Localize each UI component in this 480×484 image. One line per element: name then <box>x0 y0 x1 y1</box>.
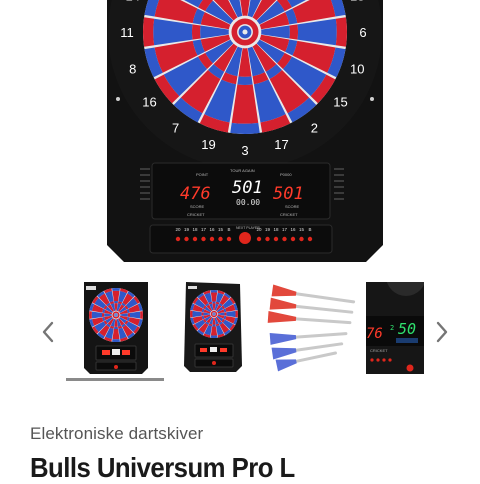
display-score-right: 501 <box>273 184 304 204</box>
cricket-number: 16 <box>209 227 215 232</box>
product-title: Bulls Universum Pro L <box>30 452 295 483</box>
board-number: 2 <box>311 120 318 135</box>
gallery-prev-button[interactable] <box>36 318 60 346</box>
cricket-number: 15 <box>218 227 224 232</box>
cricket-number: 19 <box>184 227 190 232</box>
display-top-label-left: POINT <box>196 172 209 177</box>
cricket-number: 18 <box>192 227 198 232</box>
cricket-number: 19 <box>265 227 271 232</box>
board-number: 10 <box>350 61 364 76</box>
board-number: 11 <box>120 25 134 40</box>
thumb-angled-image <box>184 282 242 372</box>
closeup-digit-small: 2 <box>390 324 394 332</box>
thumb-darts[interactable] <box>266 282 358 374</box>
cricket-numbers-right: 20 19 18 17 16 15 B <box>256 227 311 232</box>
board-number: 8 <box>129 61 136 76</box>
next-player-label: NEXT PLAYER <box>236 226 260 230</box>
main-product-image[interactable]: 2011841361015217319716811149125 POINT TO… <box>0 0 480 272</box>
display-score-center: 501 <box>232 178 263 198</box>
board-number: 14 <box>126 0 140 4</box>
closeup-cricket-label: CRICKET <box>370 348 388 353</box>
chevron-right-icon <box>436 321 448 343</box>
selected-thumb-indicator <box>66 378 164 381</box>
dartboard-cabinet-image: 2011841361015217319716811149125 POINT TO… <box>107 0 383 262</box>
closeup-score-right: 50 <box>398 320 416 338</box>
board-number: 3 <box>241 143 248 158</box>
board-number: 16 <box>142 94 156 109</box>
board-number: 13 <box>350 0 364 4</box>
thumb-display-closeup[interactable]: 76 2 50 CRICKET <box>366 282 424 374</box>
thumb-angled[interactable] <box>184 282 244 374</box>
board-number: 15 <box>333 94 347 109</box>
board-number: 19 <box>201 137 215 152</box>
product-category: Elektroniske dartskiver <box>30 424 204 443</box>
cricket-number: 17 <box>282 227 288 232</box>
gallery-next-button[interactable] <box>430 318 454 346</box>
cricket-number: B <box>308 227 311 232</box>
next-player-button <box>239 232 251 244</box>
cricket-label-left: CRICKET <box>187 212 205 217</box>
display-top-label-center: TOUR AGAIN <box>230 168 255 173</box>
cricket-number: 17 <box>201 227 207 232</box>
thumb-display-closeup-image: 76 2 50 CRICKET <box>366 282 424 374</box>
display-score-label-right: SCORE <box>285 204 300 209</box>
cricket-number: 20 <box>175 227 181 232</box>
display-score-left: 476 <box>180 184 211 204</box>
display-sub-center: 00.00 <box>236 198 260 207</box>
chevron-left-icon <box>42 321 54 343</box>
display-top-label-right: P0000 <box>280 172 292 177</box>
display-score-label-left: SCORE <box>190 204 205 209</box>
cricket-number: 18 <box>273 227 279 232</box>
cricket-numbers-left: 20 19 18 17 16 15 B <box>175 227 230 232</box>
thumb-darts-image <box>267 284 356 372</box>
board-number: 17 <box>274 137 288 152</box>
thumb-front[interactable] <box>82 282 150 374</box>
board-number: 7 <box>172 120 179 135</box>
cricket-number: B <box>227 227 230 232</box>
cricket-number: 15 <box>299 227 305 232</box>
closeup-score-left: 76 <box>366 326 383 342</box>
board-number: 6 <box>359 25 366 40</box>
thumb-front-image <box>84 282 148 374</box>
cricket-label-right: CRICKET <box>280 212 298 217</box>
cricket-number: 16 <box>290 227 296 232</box>
